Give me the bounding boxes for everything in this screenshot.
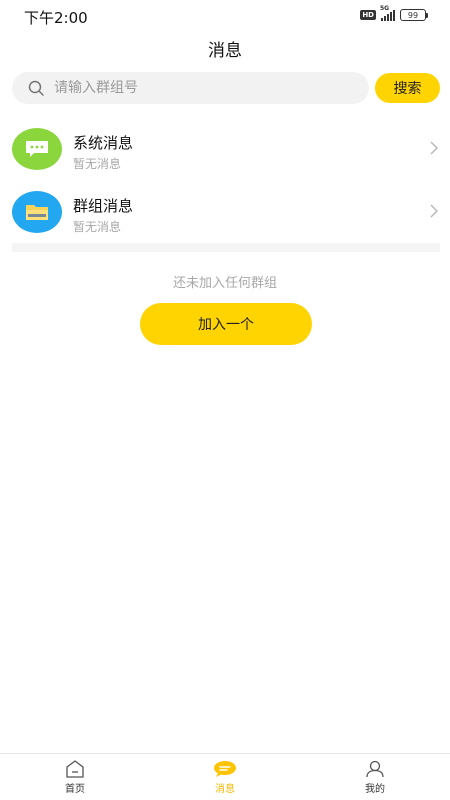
- hd-badge: HD: [360, 10, 376, 20]
- status-time: 下午2:00: [24, 9, 88, 27]
- tab-messages[interactable]: 消息: [150, 754, 300, 800]
- bottom-tab-bar: 首页 消息 我的: [0, 753, 450, 800]
- tab-label: 我的: [365, 784, 385, 795]
- signal-icon: 5G: [380, 5, 395, 21]
- page-title: 消息: [208, 41, 242, 61]
- search-button[interactable]: 搜索: [375, 73, 440, 103]
- network-type: 5G: [380, 5, 390, 12]
- tab-profile[interactable]: 我的: [300, 754, 450, 800]
- search-box[interactable]: [12, 72, 369, 104]
- battery-icon: 99: [400, 9, 428, 21]
- list-item-title: 群组消息: [73, 197, 134, 215]
- status-indicators: HD 5G 99: [360, 5, 428, 21]
- tab-home[interactable]: 首页: [0, 754, 150, 800]
- list-item-title: 系统消息: [73, 134, 134, 152]
- section-divider: [12, 243, 440, 252]
- search-icon: [28, 80, 44, 96]
- search-input[interactable]: [54, 80, 334, 96]
- chevron-right-icon: [430, 141, 438, 155]
- search-bar: 搜索: [12, 72, 440, 104]
- tab-label: 消息: [215, 784, 235, 795]
- list-item-subtitle: 暂无消息: [73, 220, 122, 234]
- message-icon: [214, 761, 236, 777]
- list-item-subtitle: 暂无消息: [73, 157, 122, 171]
- user-icon: [366, 760, 384, 778]
- status-bar: 下午2:00 HD 5G 99: [0, 0, 450, 32]
- chat-bubble-icon: [12, 128, 62, 170]
- chevron-right-icon: [430, 204, 438, 218]
- message-list: 系统消息 暂无消息 群组消息 暂无消息: [0, 118, 450, 244]
- list-item-system-messages[interactable]: 系统消息 暂无消息: [0, 118, 450, 181]
- empty-state-text: 还未加入任何群组: [172, 276, 277, 291]
- home-icon: [66, 760, 84, 778]
- list-item-group-messages[interactable]: 群组消息 暂无消息: [0, 181, 450, 244]
- battery-level: 99: [407, 10, 419, 20]
- join-group-button[interactable]: 加入一个: [140, 303, 312, 345]
- folder-icon: [12, 191, 62, 233]
- tab-label: 首页: [65, 784, 85, 795]
